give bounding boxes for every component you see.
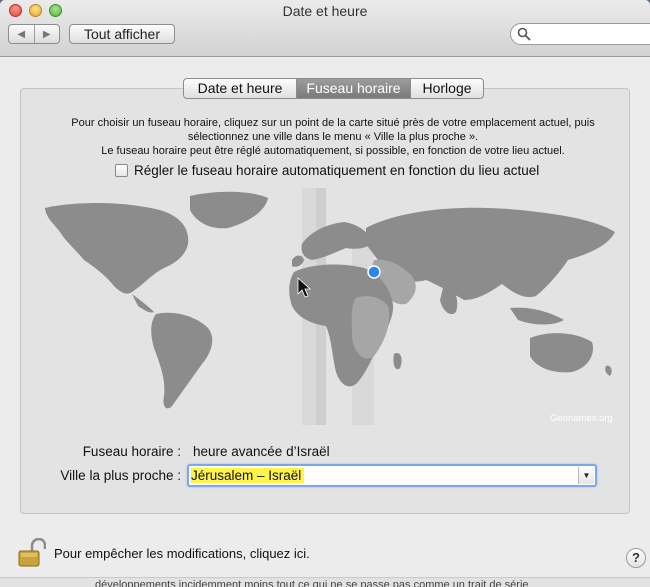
auto-timezone-checkbox[interactable]: Régler le fuseau horaire automatiquement… (115, 163, 539, 178)
tab-clock[interactable]: Horloge (410, 79, 483, 98)
show-all-button[interactable]: Tout afficher (69, 24, 175, 44)
forward-button[interactable]: ▶ (33, 25, 60, 43)
closest-city-combobox[interactable]: Jérusalem – Israël ▼ (187, 464, 597, 487)
timezone-label: Fuseau horaire : (82, 444, 181, 459)
instructions-line-1: Pour choisir un fuseau horaire, cliquez … (71, 117, 595, 129)
instructions-text: Pour choisir un fuseau horaire, cliquez … (28, 116, 638, 158)
dropdown-arrow-icon[interactable]: ▼ (578, 467, 594, 484)
tab-timezone[interactable]: Fuseau horaire (296, 79, 410, 98)
background-window-strip: développements incidemment moins tout ce… (0, 577, 650, 587)
world-map[interactable] (40, 188, 621, 425)
back-button[interactable]: ◀ (9, 25, 34, 43)
auto-timezone-label: Régler le fuseau horaire automatiquement… (134, 163, 540, 178)
tab-bar: Date et heure Fuseau horaire Horloge (183, 78, 484, 99)
window-title: Date et heure (282, 3, 368, 19)
unlocked-padlock-icon[interactable] (18, 538, 46, 568)
timezone-value: heure avancée d’Israël (193, 444, 330, 459)
help-button[interactable]: ? (626, 548, 646, 568)
search-icon (517, 27, 531, 41)
checkbox-box[interactable] (115, 164, 128, 177)
location-pin-icon[interactable] (367, 265, 381, 279)
lock-control[interactable]: Pour empêcher les modifications, cliquez… (18, 538, 310, 568)
forward-arrow-icon: ▶ (42, 28, 51, 40)
tab-date-time[interactable]: Date et heure (184, 79, 296, 98)
back-arrow-icon: ◀ (17, 28, 26, 40)
closest-city-value[interactable]: Jérusalem – Israël (191, 468, 305, 483)
instructions-line-2: sélectionnez une ville dans le menu « Vi… (187, 131, 479, 143)
history-nav: ◀ ▶ (8, 24, 60, 44)
closest-city-label: Ville la plus proche : (60, 468, 181, 483)
madagascar (393, 352, 402, 370)
title-bar: Date et heure ◀ ▶ Tout afficher (0, 0, 650, 57)
search-input[interactable] (510, 23, 650, 45)
instructions-line-3: Le fuseau horaire peut être réglé automa… (101, 145, 565, 157)
background-text: développements incidemment moins tout ce… (95, 579, 529, 587)
lock-text: Pour empêcher les modifications, cliquez… (54, 545, 310, 561)
preferences-window: Date et heure ◀ ▶ Tout afficher Date et … (0, 0, 650, 587)
map-credit: Geonames.org (550, 413, 613, 424)
